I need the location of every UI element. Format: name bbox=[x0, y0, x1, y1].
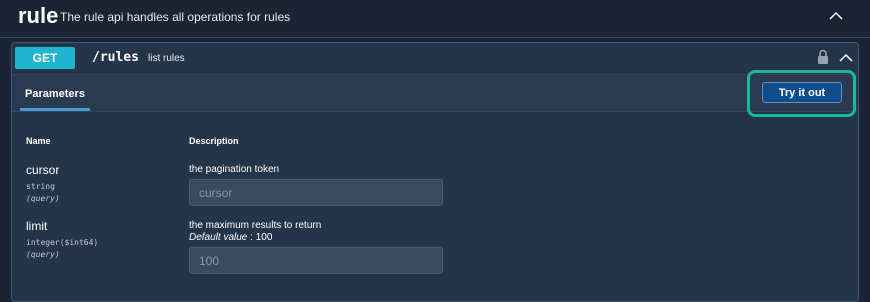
tag-header[interactable]: rule The rule api handles all operations… bbox=[0, 0, 870, 38]
lock-icon[interactable] bbox=[816, 49, 830, 65]
operation-block: GET /rules list rules Parameters Try it … bbox=[11, 42, 859, 302]
param-description: the maximum results to return bbox=[189, 220, 322, 231]
param-name: limit bbox=[26, 219, 48, 233]
param-type: string bbox=[26, 182, 55, 191]
tab-active-indicator bbox=[20, 108, 90, 111]
operation-path: /rules bbox=[92, 50, 139, 65]
chevron-up-icon[interactable] bbox=[828, 8, 844, 24]
operation-summary-text: list rules bbox=[148, 53, 185, 64]
cursor-input[interactable] bbox=[189, 179, 443, 206]
parameters-section-header: Parameters bbox=[12, 74, 858, 112]
tag-name: rule bbox=[18, 3, 59, 28]
default-value-label: Default value bbox=[189, 232, 248, 243]
column-header-description: Description bbox=[189, 136, 239, 146]
operation-summary[interactable]: GET /rules list rules bbox=[12, 43, 858, 73]
column-header-name: Name bbox=[26, 136, 51, 146]
param-type: integer($int64) bbox=[26, 238, 99, 247]
method-badge: GET bbox=[15, 47, 75, 69]
default-value: : 100 bbox=[247, 232, 273, 243]
try-it-out-button[interactable]: Try it out bbox=[762, 82, 842, 103]
tab-parameters[interactable]: Parameters bbox=[25, 88, 85, 100]
limit-input[interactable] bbox=[189, 247, 443, 274]
try-it-out-highlight: Try it out bbox=[747, 70, 856, 117]
tag-description: The rule api handles all operations for … bbox=[60, 10, 291, 24]
param-default: Default value : 100 bbox=[189, 232, 272, 243]
chevron-up-icon[interactable] bbox=[838, 50, 854, 66]
param-location: (query) bbox=[26, 194, 60, 203]
param-name: cursor bbox=[26, 163, 60, 177]
param-description: the pagination token bbox=[189, 164, 280, 175]
param-location: (query) bbox=[26, 250, 60, 259]
